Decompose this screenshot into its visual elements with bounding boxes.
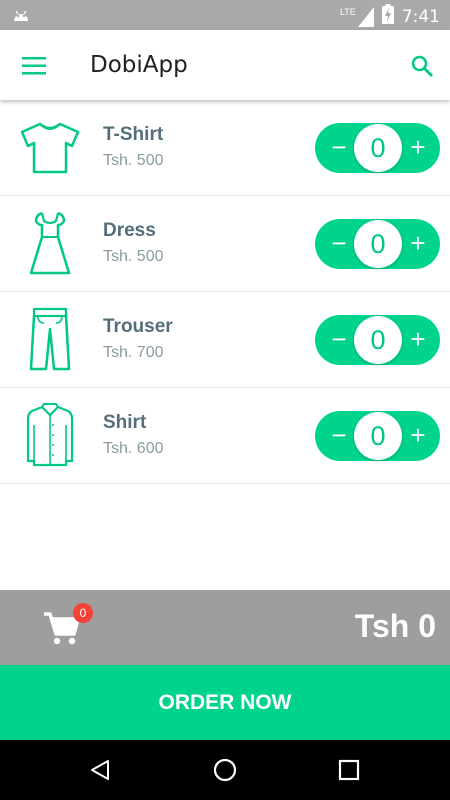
quantity-value: 0 — [354, 412, 402, 460]
search-button[interactable] — [402, 46, 442, 86]
list-item: Dress Tsh. 500 − 0 + — [0, 196, 450, 292]
navigation-bar — [0, 740, 450, 800]
recents-square-icon — [338, 759, 360, 781]
item-name: Shirt — [103, 412, 147, 433]
quantity-stepper: − 0 + — [315, 219, 440, 269]
recents-button[interactable] — [333, 754, 365, 786]
shirt-icon — [16, 402, 84, 470]
item-price: Tsh. 500 — [103, 248, 164, 265]
status-bar: LTE 7:41 — [0, 0, 450, 30]
decrement-button[interactable]: − — [327, 322, 351, 356]
cart-total: Tsh 0 — [354, 608, 436, 644]
home-circle-icon — [213, 758, 237, 782]
item-name: T-Shirt — [103, 124, 164, 145]
increment-button[interactable]: + — [406, 418, 430, 452]
list-item: Shirt Tsh. 600 − 0 + — [0, 388, 450, 484]
battery-icon — [381, 4, 394, 29]
home-button[interactable] — [209, 754, 241, 786]
increment-button[interactable]: + — [406, 322, 430, 356]
item-name: Trouser — [103, 316, 173, 337]
dress-icon — [16, 210, 84, 278]
quantity-stepper: − 0 + — [315, 315, 440, 365]
quantity-stepper: − 0 + — [315, 411, 440, 461]
quantity-value: 0 — [354, 124, 402, 172]
quantity-value: 0 — [354, 316, 402, 364]
search-icon — [411, 55, 433, 77]
increment-button[interactable]: + — [406, 130, 430, 164]
menu-button[interactable] — [14, 46, 54, 86]
increment-button[interactable]: + — [406, 226, 430, 260]
item-name: Dress — [103, 220, 156, 241]
decrement-button[interactable]: − — [327, 418, 351, 452]
list-item: Trouser Tsh. 700 − 0 + — [0, 292, 450, 388]
back-button[interactable] — [84, 754, 116, 786]
app-title: DobiApp — [90, 52, 188, 78]
clock: 7:41 — [401, 6, 440, 27]
decrement-button[interactable]: − — [327, 226, 351, 260]
lte-signal-icon: LTE — [339, 6, 374, 27]
item-price: Tsh. 500 — [103, 152, 164, 169]
laundry-item-list: T-Shirt Tsh. 500 − 0 + Dress Tsh. 500 − … — [0, 100, 450, 484]
android-icon — [12, 6, 30, 27]
cart-summary-bar: Tsh 0 — [0, 590, 450, 665]
quantity-stepper: − 0 + — [315, 123, 440, 173]
order-now-button[interactable]: ORDER NOW — [0, 665, 450, 740]
tshirt-icon — [16, 114, 84, 182]
network-type: LTE — [339, 6, 356, 17]
quantity-value: 0 — [354, 220, 402, 268]
list-item: T-Shirt Tsh. 500 − 0 + — [0, 100, 450, 196]
hamburger-menu-icon — [22, 57, 46, 75]
item-price: Tsh. 600 — [103, 440, 164, 457]
item-price: Tsh. 700 — [103, 344, 164, 361]
cart-count-badge: 0 — [73, 603, 93, 623]
back-triangle-icon — [91, 760, 109, 780]
decrement-button[interactable]: − — [327, 130, 351, 164]
trouser-icon — [16, 306, 84, 374]
app-bar: DobiApp — [0, 30, 450, 100]
